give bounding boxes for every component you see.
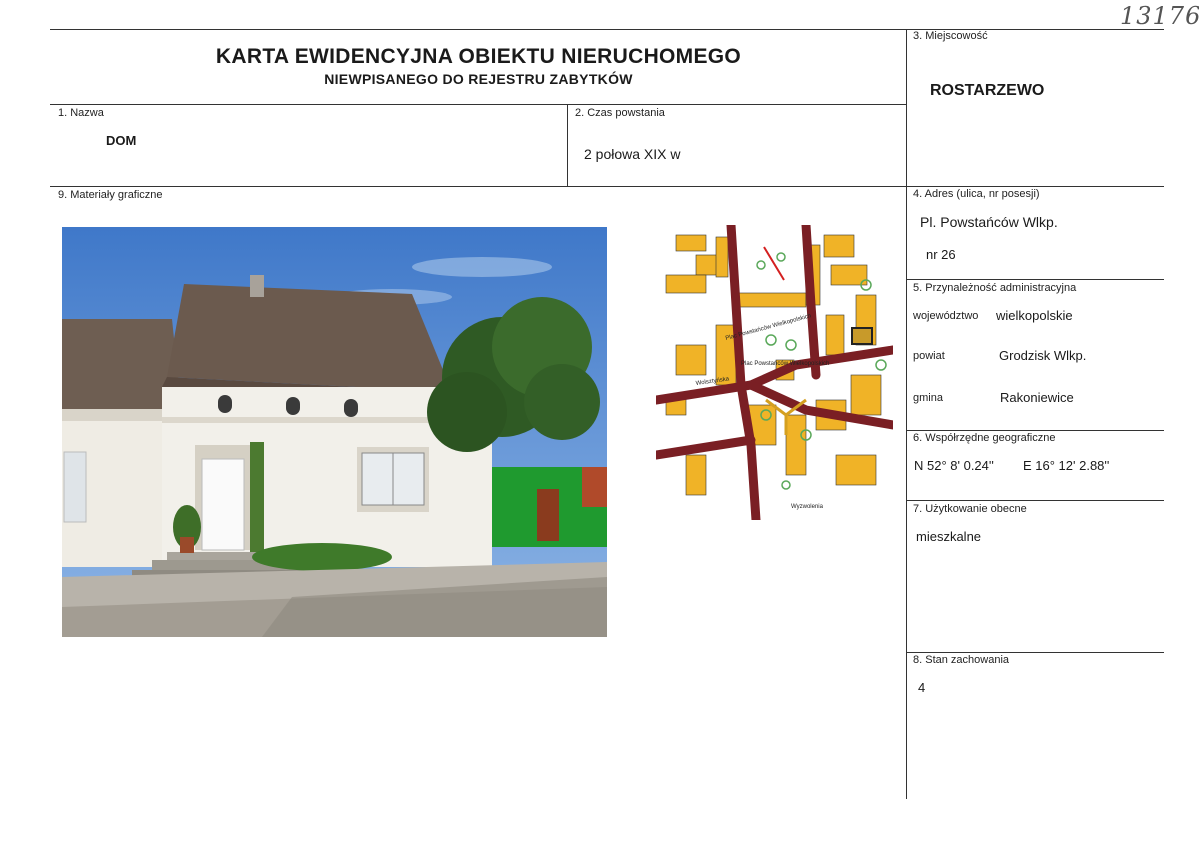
coords-north: N 52° 8' 0.24'': [914, 458, 994, 473]
commune-label: gmina: [913, 392, 943, 404]
address-street: Pl. Powstańców Wlkp.: [920, 214, 1058, 230]
right-column-divider: [906, 29, 907, 799]
handwritten-number: 13176: [1120, 2, 1199, 30]
address-label: 4. Adres (ulica, nr posesji): [913, 188, 1040, 200]
coords-bottom-rule: [906, 500, 1164, 501]
title-bottom-rule: [50, 104, 907, 105]
address-bottom-rule: [906, 279, 1164, 280]
voivodeship-label: województwo: [913, 310, 979, 322]
usage-bottom-rule: [906, 652, 1164, 653]
house-photo: [62, 227, 607, 637]
coords-east: E 16° 12' 2.88'': [1023, 458, 1110, 473]
map-street-label-4: Wyzwolenia: [791, 504, 824, 510]
locality-label: 3. Miejscowość: [913, 30, 988, 42]
document-title: KARTA EWIDENCYJNA OBIEKTU NIERUCHOMEGO: [215, 45, 742, 68]
name-date-divider: [567, 104, 568, 186]
date-value: 2 połowa XIX w: [584, 146, 681, 162]
voivodeship-value: wielkopolskie: [996, 308, 1073, 323]
address-number: nr 26: [926, 247, 956, 262]
admin-bottom-rule: [906, 430, 1164, 431]
condition-value: 4: [918, 680, 926, 695]
usage-value: mieszkalne: [916, 529, 982, 544]
row1-bottom-rule: [50, 186, 1164, 187]
document-subtitle: NIEWPISANEGO DO REJESTRU ZABYTKÓW: [324, 71, 633, 87]
usage-label: 7. Użytkowanie obecne: [913, 503, 1027, 515]
date-label: 2. Czas powstania: [575, 107, 665, 119]
county-value: Grodzisk Wlkp.: [999, 348, 1087, 363]
name-label: 1. Nazwa: [58, 107, 104, 119]
top-rule: [50, 29, 1164, 30]
name-value: DOM: [106, 133, 137, 148]
commune-value: Rakoniewice: [1000, 390, 1074, 405]
condition-label: 8. Stan zachowania: [913, 654, 1010, 666]
coords-label: 6. Współrzędne geograficzne: [913, 432, 1056, 444]
locality-value: ROSTARZEWO: [930, 82, 1045, 99]
location-map: Plac Powstańców Wielkopolskich Plac Pows…: [656, 225, 893, 520]
graphics-label: 9. Materiały graficzne: [58, 189, 163, 201]
county-label: powiat: [913, 350, 945, 362]
map-street-label-2: Plac Powstańców Wielkopolskich: [741, 361, 829, 367]
admin-label: 5. Przynależność administracyjna: [913, 282, 1077, 294]
